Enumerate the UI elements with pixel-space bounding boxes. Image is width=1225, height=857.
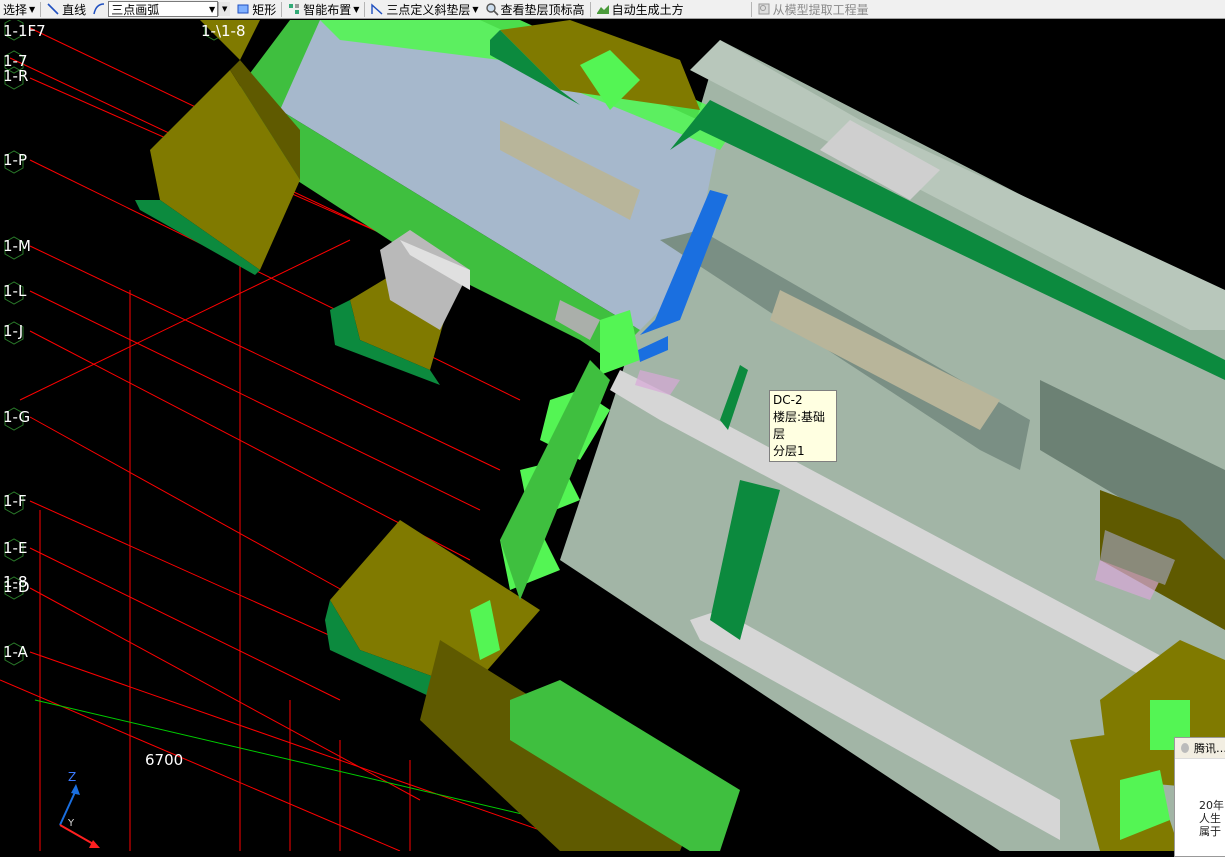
axis-y-label: Y (68, 818, 75, 829)
divider (364, 1, 366, 17)
three-point-icon (371, 3, 383, 15)
grid-label-D: 1-D (3, 578, 30, 596)
magnifier-icon (485, 3, 499, 16)
arc-tool-icon (93, 3, 105, 15)
penguin-icon (1181, 743, 1189, 753)
grid-label-M: 1-M (3, 237, 31, 255)
element-tooltip: DC-2 楼层:基础层 分层1 (769, 390, 837, 462)
line-tool-icon (47, 3, 59, 15)
popup-line: 属于 (1199, 825, 1221, 838)
arc-tool[interactable]: 三点画弧 ▼ ▼ (89, 0, 233, 18)
grid-label-1F7: 1-1F7 (3, 22, 46, 40)
arc-mode-select[interactable]: 三点画弧 ▼ (108, 1, 219, 17)
grid-label-J: 1-J (3, 322, 24, 340)
arc-mode-value: 三点画弧 (111, 2, 160, 17)
grid-label-R: 1-R (3, 67, 29, 85)
view-top-elevation-button[interactable]: 查看垫层顶标高 (482, 0, 588, 18)
auto-earth-label: 自动生成土方 (611, 2, 684, 17)
rectangle-icon (237, 4, 249, 14)
grid-label-P: 1-P (3, 151, 28, 169)
notification-popup[interactable]: 腾讯… 20年 人生 属于 (1174, 737, 1225, 857)
extract-quantity-button[interactable]: 从模型提取工程量 (754, 0, 872, 18)
line-button[interactable]: 直线 (43, 0, 89, 18)
grid-label-1-8-top: 1-\1-8 (201, 22, 246, 40)
3d-viewport[interactable]: 1-1F7 1-\1-8 1-7 1-R 1-P 1-M 1-L 1-J 1-G… (0, 20, 1225, 851)
auto-earthwork-button[interactable]: 自动生成土方 (593, 0, 687, 18)
tooltip-name: DC-2 (773, 393, 803, 407)
smart-layout-label: 智能布置 (303, 2, 352, 17)
popup-header: 腾讯… (1175, 738, 1225, 759)
axis-gizmo (59, 784, 100, 848)
dropdown-arrow-button[interactable]: ▼ (218, 2, 231, 16)
grid-label-G: 1-G (3, 408, 31, 426)
divider (281, 1, 283, 17)
smart-layout-button[interactable]: 智能布置 ▼ (284, 0, 362, 18)
toolbar: 选择 ▼ 直线 三点画弧 ▼ ▼ 矩形 智能布置 ▼ 三点定义斜垫层 ▼ 查看垫… (0, 0, 1225, 19)
popup-line: 20年 (1199, 799, 1224, 812)
extract-icon (758, 3, 770, 15)
tooltip-floor: 楼层:基础层 (773, 410, 826, 441)
earthwork-icon (596, 5, 609, 14)
grid-label-L: 1-L (3, 282, 27, 300)
select-label: 选择 (3, 2, 28, 17)
building-model[interactable] (135, 20, 1225, 851)
divider (589, 1, 591, 17)
select-button[interactable]: 选择 ▼ (0, 0, 38, 18)
tooltip-layer: 分层1 (773, 444, 805, 458)
divider (750, 1, 752, 17)
popup-title: 腾讯… (1194, 742, 1225, 755)
axis-z-label: Z (68, 770, 77, 784)
extract-label: 从模型提取工程量 (772, 2, 869, 17)
grid-label-E: 1-E (3, 539, 28, 557)
chevron-down-icon: ▼ (472, 4, 479, 14)
grid-label-F: 1-F (3, 492, 27, 510)
smart-layout-icon (289, 4, 300, 14)
line-label: 直线 (62, 2, 87, 17)
chevron-down-icon[interactable]: ▼ (29, 5, 35, 14)
three-point-slab-button[interactable]: 三点定义斜垫层 ▼ (367, 0, 481, 18)
view-top-label: 查看垫层顶标高 (500, 2, 585, 17)
chevron-down-icon: ▼ (353, 4, 360, 14)
three-point-label: 三点定义斜垫层 (386, 2, 471, 17)
rect-label: 矩形 (252, 2, 277, 17)
popup-body: 20年 人生 属于 (1175, 759, 1225, 838)
divider (40, 1, 42, 17)
model-canvas[interactable] (0, 20, 1225, 851)
dimension-label: 6700 (145, 751, 184, 769)
chevron-down-icon: ▼ (209, 4, 216, 14)
grid-label-A: 1-A (3, 643, 28, 661)
rect-button[interactable]: 矩形 (233, 0, 279, 18)
popup-line: 人生 (1199, 812, 1221, 825)
